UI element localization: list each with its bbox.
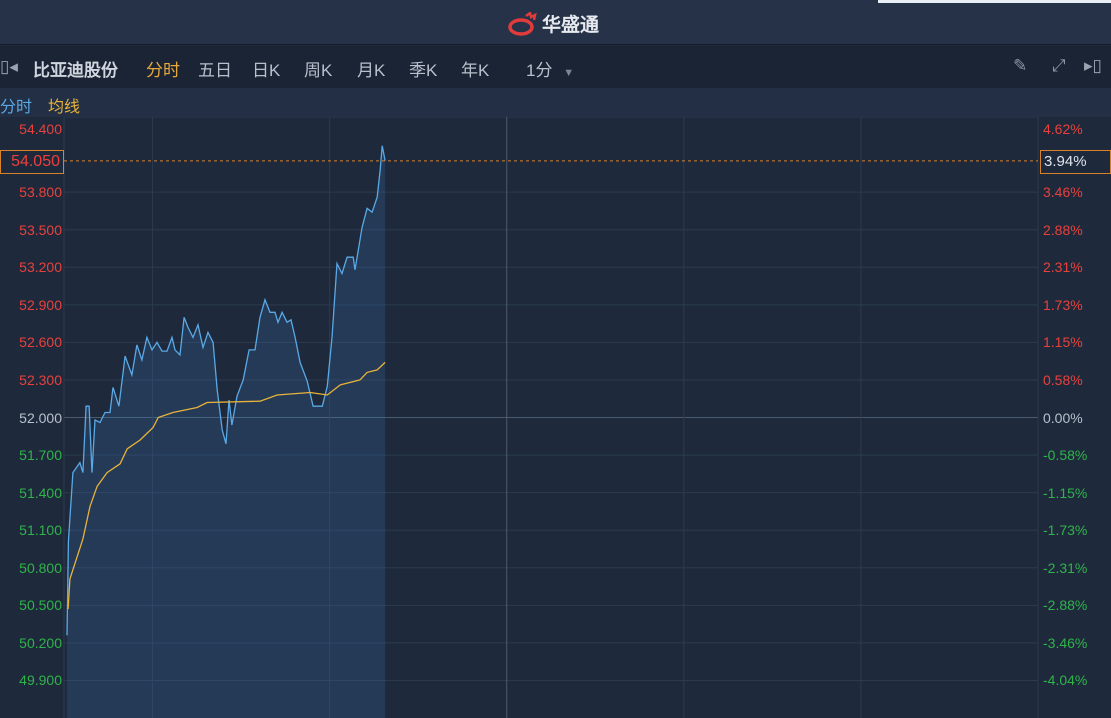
interval-select[interactable]: 1分 ▼ bbox=[526, 56, 574, 81]
price-tick-label: 50.500 bbox=[19, 597, 62, 614]
collapse-right-icon[interactable]: ▸▯ bbox=[1084, 56, 1102, 76]
app-logo: 华盛通 bbox=[508, 10, 599, 37]
price-area bbox=[66, 145, 386, 718]
interval-value: 1分 bbox=[526, 61, 553, 80]
price-tick-label: 51.100 bbox=[19, 522, 62, 539]
tab-daily-k[interactable]: 日K bbox=[252, 56, 280, 81]
title-bar: 华盛通 bbox=[0, 0, 1111, 45]
tab-yearly-k[interactable]: 年K bbox=[461, 56, 489, 81]
pct-tick-label: 1.15% bbox=[1043, 334, 1083, 351]
pct-tick-label: 2.88% bbox=[1043, 221, 1083, 238]
stock-name: 比亚迪股份 bbox=[33, 61, 118, 80]
pct-tick-label: -3.46% bbox=[1043, 634, 1088, 651]
price-tick-label: 51.400 bbox=[19, 484, 62, 501]
price-tick-label: 51.700 bbox=[19, 447, 62, 464]
price-tick-label: 50.200 bbox=[19, 634, 62, 651]
pct-tick-label: 0.58% bbox=[1043, 371, 1083, 388]
pct-tick-label: -2.88% bbox=[1043, 597, 1088, 614]
window-strip bbox=[878, 0, 1111, 3]
tab-monthly-k[interactable]: 月K bbox=[357, 56, 385, 81]
intraday-chart bbox=[63, 117, 1039, 718]
tab-weekly-k[interactable]: 周K bbox=[304, 56, 332, 81]
price-tick-label: 52.600 bbox=[19, 334, 62, 351]
tab-five-day[interactable]: 五日 bbox=[198, 56, 232, 81]
current-pct-label: 3.94% bbox=[1040, 150, 1111, 174]
app-brand: 华盛通 bbox=[542, 15, 600, 36]
pct-tick-label: -1.73% bbox=[1043, 522, 1088, 539]
pct-tick-label: -0.58% bbox=[1043, 447, 1088, 464]
pct-tick-label: 3.46% bbox=[1043, 184, 1083, 201]
price-tick-label: 53.800 bbox=[19, 184, 62, 201]
pct-tick-label: -2.31% bbox=[1043, 559, 1088, 576]
pct-tick-label: -4.04% bbox=[1043, 672, 1088, 689]
collapse-left-icon[interactable]: ▯◂ bbox=[0, 57, 18, 77]
chevron-down-icon: ▼ bbox=[563, 67, 575, 79]
current-price-label: 54.050 bbox=[0, 150, 64, 174]
price-tick-label: 52.000 bbox=[19, 409, 62, 426]
price-tick-label: 52.900 bbox=[19, 296, 62, 313]
legend-average: 均线 bbox=[48, 99, 81, 116]
pct-tick-label: 1.73% bbox=[1043, 296, 1083, 313]
price-tick-label: 54.400 bbox=[19, 121, 62, 137]
fullscreen-icon[interactable]: ⤢ bbox=[1052, 56, 1066, 76]
tab-intraday[interactable]: 分时 bbox=[146, 56, 180, 81]
price-tick-label: 49.900 bbox=[19, 672, 62, 689]
price-tick-label: 50.800 bbox=[19, 559, 62, 576]
legend-price: 分时 bbox=[0, 99, 33, 116]
price-tick-label: 52.300 bbox=[19, 371, 62, 388]
pct-tick-label: 4.62% bbox=[1043, 121, 1083, 137]
price-tick-label: 53.200 bbox=[19, 259, 62, 276]
pct-tick-label: 2.31% bbox=[1043, 259, 1083, 276]
tab-quarterly-k[interactable]: 季K bbox=[409, 56, 437, 81]
pencil-icon[interactable]: ✎ bbox=[1013, 56, 1027, 76]
weibo-logo-icon bbox=[508, 11, 537, 36]
legend-bar: 分时 均线 bbox=[0, 88, 1111, 117]
price-tick-label: 53.500 bbox=[19, 221, 62, 238]
chart-toolbar: ▯◂ 比亚迪股份 分时 五日 日K 周K 月K 季K 年K 1分 ▼ ✎ ⤢ ▸… bbox=[0, 46, 1111, 88]
pct-tick-label: 0.00% bbox=[1043, 409, 1083, 426]
pct-tick-label: -1.15% bbox=[1043, 484, 1088, 501]
